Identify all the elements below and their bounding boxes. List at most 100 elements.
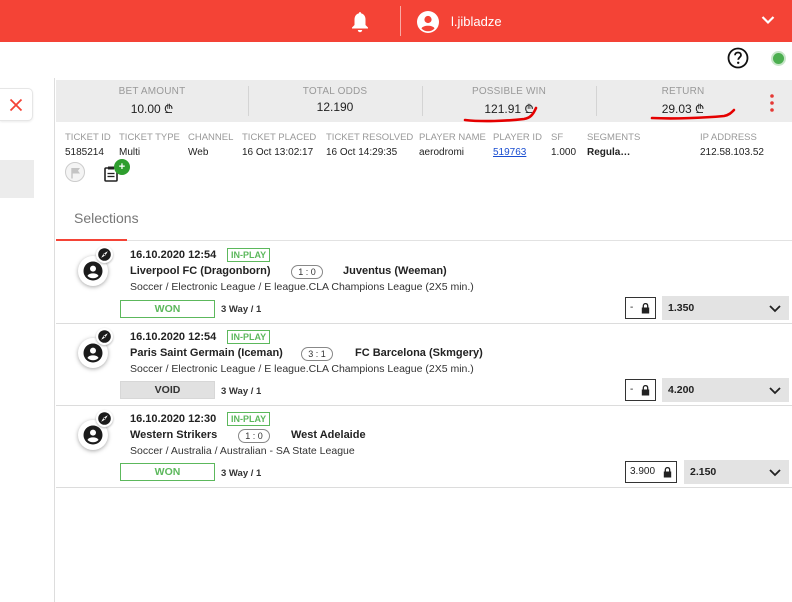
away-team: West Adelaide bbox=[291, 429, 366, 441]
close-button[interactable] bbox=[0, 88, 33, 121]
locked-odds-value: - bbox=[630, 384, 634, 395]
locked-odds-field[interactable]: - bbox=[625, 379, 656, 401]
topbar-divider bbox=[400, 6, 401, 36]
add-note-badge[interactable]: + bbox=[114, 159, 130, 175]
home-team: Paris Saint Germain (Iceman) bbox=[130, 347, 283, 359]
channel-label: CHANNEL bbox=[188, 132, 234, 143]
compass-badge bbox=[96, 246, 113, 263]
lock-icon bbox=[663, 467, 672, 478]
lock-icon bbox=[641, 303, 650, 314]
ticket-type-value: Multi bbox=[119, 147, 141, 158]
help-icon[interactable] bbox=[727, 47, 749, 69]
bet-amount-label: BET AMOUNT bbox=[118, 86, 186, 97]
ticket-type: TICKET TYPE Multi bbox=[119, 132, 180, 158]
annotation-underline bbox=[650, 108, 736, 120]
compass-icon bbox=[98, 330, 111, 343]
top-bar: l.jibladze bbox=[0, 0, 792, 42]
chevron-down-icon bbox=[769, 469, 781, 477]
ticket-id: TICKET ID 5185214 bbox=[65, 132, 111, 158]
segments-label: SEGMENTS bbox=[587, 132, 641, 143]
player-id-label: PLAYER ID bbox=[493, 132, 542, 143]
user-avatar-icon[interactable] bbox=[417, 11, 439, 33]
person-icon bbox=[83, 261, 103, 281]
player-name-label: PLAYER NAME bbox=[419, 132, 486, 143]
odds-value: 2.150 bbox=[690, 466, 717, 478]
player-name-value: aerodromi bbox=[419, 147, 465, 158]
market-label: 3 Way / 1 bbox=[221, 386, 262, 397]
flag-button[interactable] bbox=[65, 162, 85, 182]
compass-badge bbox=[96, 328, 113, 345]
locked-odds-value: 3.900 bbox=[630, 466, 656, 477]
selection-row: 16.10.2020 12:54 IN-PLAY Liverpool FC (D… bbox=[56, 242, 792, 324]
home-team: Liverpool FC (Dragonborn) bbox=[130, 265, 271, 277]
segments: SEGMENTS Regula… bbox=[587, 132, 640, 158]
possible-win-label: POSSIBLE WIN bbox=[471, 86, 547, 97]
score-badge: 3 : 1 bbox=[301, 347, 333, 361]
ip-address-label: IP ADDRESS bbox=[700, 132, 757, 143]
total-odds: TOTAL ODDS 12.190 bbox=[248, 80, 422, 122]
selection-row: 16.10.2020 12:30 IN-PLAY Western Striker… bbox=[56, 406, 792, 488]
odds-dropdown[interactable]: 2.150 bbox=[684, 460, 789, 484]
username-label[interactable]: l.jibladze bbox=[451, 14, 502, 29]
locked-odds-field[interactable]: 3.900 bbox=[625, 461, 677, 483]
score-badge: 1 : 0 bbox=[238, 429, 270, 443]
ticket-type-label: TICKET TYPE bbox=[119, 132, 180, 143]
more-options-icon[interactable] bbox=[770, 94, 774, 112]
selection-row: 16.10.2020 12:54 IN-PLAY Paris Saint Ger… bbox=[56, 324, 792, 406]
lock-icon bbox=[641, 385, 650, 396]
ticket-resolved-label: TICKET RESOLVED bbox=[326, 132, 414, 143]
compass-icon bbox=[98, 412, 111, 425]
player-id-link[interactable]: 519763 bbox=[493, 147, 542, 158]
away-team: FC Barcelona (Skmgery) bbox=[355, 347, 483, 359]
event-datetime: 16.10.2020 12:30 bbox=[130, 413, 217, 425]
ticket-resolved: TICKET RESOLVED 16 Oct 14:29:35 bbox=[326, 132, 413, 158]
channel: CHANNEL Web bbox=[188, 132, 233, 158]
close-icon bbox=[9, 98, 23, 112]
home-team: Western Strikers bbox=[130, 429, 218, 441]
ticket-details: TICKET ID 5185214 TICKET TYPE Multi CHAN… bbox=[56, 126, 792, 196]
chevron-down-icon bbox=[769, 305, 781, 313]
player-name: PLAYER NAME aerodromi bbox=[419, 132, 486, 158]
online-status-dot bbox=[773, 53, 784, 64]
person-icon bbox=[83, 425, 103, 445]
market-label: 3 Way / 1 bbox=[221, 304, 262, 315]
score-badge: 1 : 0 bbox=[291, 265, 323, 279]
ticket-id-label: TICKET ID bbox=[65, 132, 111, 143]
total-odds-value: 12.190 bbox=[316, 100, 354, 114]
person-icon bbox=[83, 343, 103, 363]
notifications-bell-icon[interactable] bbox=[350, 11, 370, 33]
player-id: PLAYER ID 519763 bbox=[493, 132, 542, 158]
tab-selections-label: Selections bbox=[74, 210, 139, 226]
left-panel-selected-item[interactable] bbox=[0, 160, 34, 198]
tab-selections[interactable]: Selections bbox=[56, 196, 139, 241]
active-tab-indicator bbox=[56, 239, 127, 241]
sf-value: 1.000 bbox=[551, 147, 577, 158]
channel-value: Web bbox=[188, 147, 209, 158]
ticket-placed: TICKET PLACED 16 Oct 13:02:17 bbox=[242, 132, 316, 158]
odds-value: 1.350 bbox=[668, 302, 695, 314]
ticket-placed-label: TICKET PLACED bbox=[242, 132, 317, 143]
return-label: RETURN bbox=[661, 86, 705, 97]
compass-badge bbox=[96, 410, 113, 427]
event-datetime: 16.10.2020 12:54 bbox=[130, 249, 217, 261]
locked-odds-field[interactable]: - bbox=[625, 297, 656, 319]
sf-label: SF bbox=[551, 132, 564, 143]
total-odds-label: TOTAL ODDS bbox=[302, 86, 368, 97]
result-void-badge: VOID bbox=[120, 381, 215, 399]
ip-address-value: 212.58.103.52 bbox=[700, 147, 764, 158]
in-play-badge: IN-PLAY bbox=[227, 412, 271, 426]
away-team: Juventus (Weeman) bbox=[343, 265, 447, 277]
sf: SF 1.000 bbox=[551, 132, 576, 158]
league-path: Soccer / Electronic League / E league.CL… bbox=[130, 363, 474, 375]
ip-address: IP ADDRESS 212.58.103.52 bbox=[700, 132, 764, 158]
segments-value: Regula… bbox=[587, 147, 631, 158]
odds-dropdown[interactable]: 4.200 bbox=[662, 378, 789, 402]
flag-icon bbox=[71, 168, 80, 179]
chevron-down-icon[interactable] bbox=[761, 15, 775, 25]
league-path: Soccer / Australia / Australian - SA Sta… bbox=[130, 445, 355, 457]
in-play-badge: IN-PLAY bbox=[227, 330, 271, 344]
result-won-badge: WON bbox=[120, 463, 215, 481]
annotation-underline bbox=[463, 106, 538, 123]
league-path: Soccer / Electronic League / E league.CL… bbox=[130, 281, 474, 293]
odds-dropdown[interactable]: 1.350 bbox=[662, 296, 789, 320]
